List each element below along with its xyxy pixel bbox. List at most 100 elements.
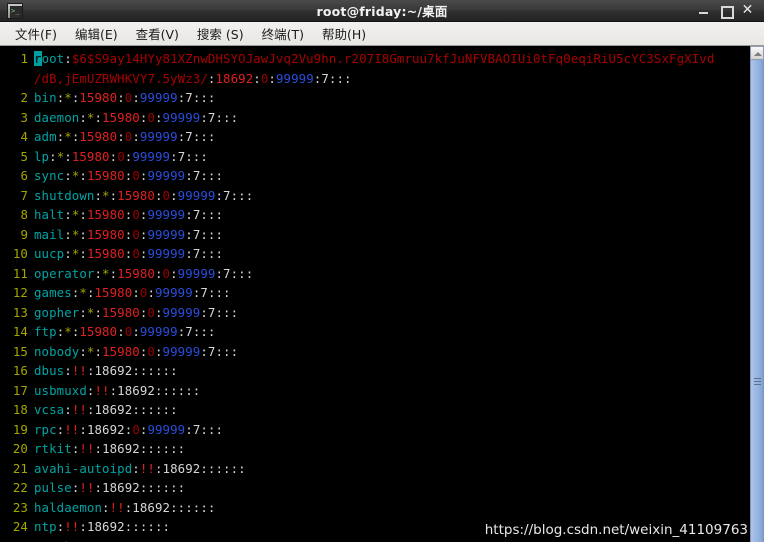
field-separator: : <box>94 343 103 359</box>
title-bar[interactable]: root@friday:~/桌面 ✕ <box>0 0 764 22</box>
terminal-scrollbar[interactable] <box>750 46 764 542</box>
field-separator: : <box>86 285 95 300</box>
scroll-up-arrow-icon[interactable] <box>750 46 764 60</box>
menu-item-edit[interactable]: 编辑(E) <box>66 22 127 45</box>
terminal-line: 25apache:!!:18692:::::: <box>0 537 750 542</box>
max-field: 99999 <box>139 324 178 339</box>
username-field: nobody <box>34 343 80 359</box>
line-number: 16 <box>12 363 28 378</box>
lastchg-field: 15980 <box>79 324 118 339</box>
terminal-line: 4 adm:*:15980:0:99999:7::: <box>0 127 750 147</box>
password-field: * <box>64 129 72 144</box>
lastchg-field: 18692 <box>102 480 140 495</box>
terminal-line: 20 rtkit:!!:18692:::::: <box>0 439 750 459</box>
line-number: 3 <box>20 109 28 125</box>
trailing-fields: ::: <box>192 90 216 105</box>
line-number: 10 <box>12 246 28 261</box>
window-controls: ✕ <box>697 3 760 19</box>
line-number: 17 <box>12 382 28 398</box>
field-separator: : <box>79 109 87 125</box>
menu-item-terminal[interactable]: 终端(T) <box>253 22 313 45</box>
line-number: 12 <box>12 285 28 300</box>
lastchg-field: 18692 <box>117 382 155 398</box>
username-field: rtkit <box>34 441 72 456</box>
username-field: adm <box>34 129 57 144</box>
field-separator: : <box>154 265 163 281</box>
line-number: 23 <box>12 499 28 515</box>
line-number: 14 <box>12 324 28 339</box>
password-field: !! <box>64 421 80 437</box>
field-separator: : <box>49 148 57 164</box>
field-separator: : <box>64 148 72 164</box>
username-field: lp <box>34 148 50 164</box>
field-separator: : <box>86 402 95 417</box>
username-field: gopher <box>34 304 80 320</box>
terminal-icon <box>7 2 23 19</box>
username-field: haldaemon <box>34 499 103 515</box>
password-field: * <box>102 265 110 281</box>
close-icon[interactable]: ✕ <box>741 3 754 17</box>
field-separator: : <box>185 421 193 437</box>
field-separator: : <box>132 460 140 476</box>
line-number: 6 <box>20 168 28 183</box>
field-separator: : <box>154 304 163 320</box>
lastchg-field: 15980 <box>102 109 140 125</box>
password-field: !! <box>109 499 125 515</box>
username-field: daemon <box>34 109 80 125</box>
password-field: !! <box>87 539 102 542</box>
trailing-fields: ::: <box>192 129 216 144</box>
password-field: !! <box>71 402 87 417</box>
password-field: * <box>79 285 87 300</box>
trailing-fields: :::::: <box>132 402 178 417</box>
terminal-line: 22 pulse:!!:18692:::::: <box>0 478 750 498</box>
lastchg-field: 15980 <box>71 148 110 164</box>
username-field: sync <box>34 168 65 183</box>
username-field: mail <box>34 226 65 242</box>
menu-item-help[interactable]: 帮助(H) <box>313 22 375 45</box>
line-number: 18 <box>12 402 28 417</box>
field-separator: : <box>94 109 103 125</box>
trailing-fields: :::::: <box>132 363 178 378</box>
terminal-output[interactable]: 1 root: $6$S9ay14HYy81XZnwDHSYOJawJvq2Vu9h… <box>0 46 750 542</box>
trailing-fields: ::: <box>192 324 216 339</box>
menu-item-search[interactable]: 搜索 (S) <box>188 22 253 45</box>
field-separator: : <box>117 129 125 144</box>
username-field: vcsa <box>34 402 65 417</box>
username-field: pulse <box>34 480 72 495</box>
lastchg-field: 18692 <box>215 70 254 86</box>
trailing-fields: ::: <box>215 109 239 125</box>
scrollbar-track[interactable] <box>750 60 764 542</box>
trailing-fields: :::::: <box>147 539 192 542</box>
terminal-line: 10 uucp:*:15980:0:99999:7::: <box>0 244 750 264</box>
field-separator: : <box>154 343 163 359</box>
terminal-line: 15 nobody:*:15980:0:99999:7::: <box>0 342 750 362</box>
lastchg-field: 18692 <box>102 441 140 456</box>
menu-item-view[interactable]: 查看(V) <box>127 22 188 45</box>
field-separator: : <box>102 539 110 542</box>
password-field: !! <box>64 519 80 534</box>
menu-item-file[interactable]: 文件(F) <box>6 22 66 45</box>
trailing-fields: :::::: <box>154 382 201 398</box>
warn-field: 7 <box>185 129 193 144</box>
warn-field: 7 <box>185 324 193 339</box>
terminal-body: 1 root: $6$S9ay14HYy81XZnwDHSYOJawJvq2Vu9h… <box>0 46 764 542</box>
trailing-fields: ::: <box>215 343 239 359</box>
line-number: 24 <box>12 519 28 534</box>
min-field: 0 <box>147 343 155 359</box>
minimize-icon[interactable] <box>697 4 710 17</box>
scrollbar-thumb[interactable] <box>750 60 764 542</box>
trailing-fields: ::: <box>230 187 254 203</box>
lastchg-field: 15980 <box>94 285 133 300</box>
menu-bar: 文件(F) 编辑(E) 查看(V) 搜索 (S) 终端(T) 帮助(H) <box>0 22 764 46</box>
field-separator: : <box>117 90 125 105</box>
max-field: 99999 <box>147 226 186 242</box>
lastchg-field: 15980 <box>86 207 125 222</box>
field-separator: : <box>215 265 224 281</box>
lastchg-field: 18692 <box>162 460 201 476</box>
field-separator: : <box>102 499 110 515</box>
max-field: 99999 <box>177 187 216 203</box>
max-field: 99999 <box>139 90 178 105</box>
terminal-line: 8 halt:*:15980:0:99999:7::: <box>0 205 750 225</box>
field-separator: : <box>200 343 208 359</box>
maximize-icon[interactable] <box>719 4 734 19</box>
